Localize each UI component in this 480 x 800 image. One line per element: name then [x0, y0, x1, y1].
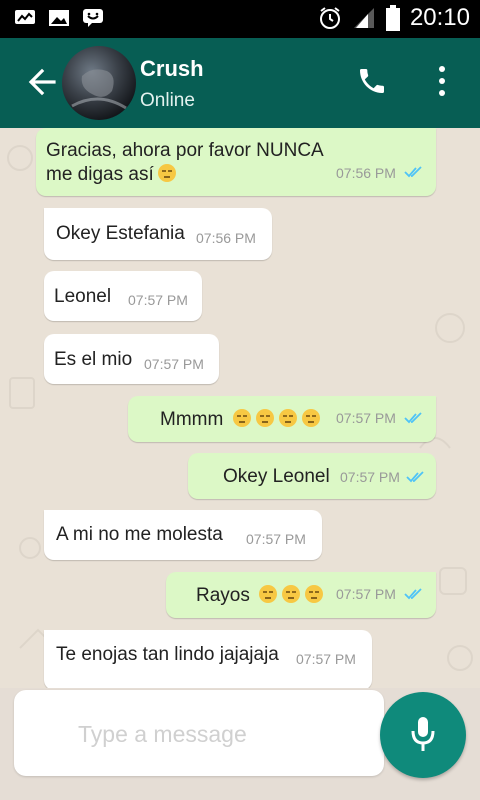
chat-messages[interactable]: Gracias, ahora por favor NUNCA me digas … — [0, 128, 480, 688]
unamused-face-emoji-icon — [232, 409, 251, 427]
read-ticks-icon — [404, 412, 422, 424]
message-bubble-outgoing[interactable]: Okey Leonel 07:57 PM — [188, 453, 436, 499]
unamused-face-emoji-icon — [301, 409, 320, 427]
message-text: Leonel — [54, 286, 112, 307]
status-bar: 20:10 — [0, 0, 480, 38]
unamused-face-emoji-icon — [157, 164, 176, 182]
unamused-face-emoji-icon — [259, 585, 278, 603]
message-bubble-incoming[interactable]: Okey Estefania 07:56 PM — [44, 208, 272, 260]
more-vert-icon[interactable] — [432, 64, 452, 98]
message-bubble-outgoing[interactable]: Mmmm 07:57 PM — [128, 396, 436, 442]
message-bubble-incoming[interactable]: Leonel 07:57 PM — [44, 271, 202, 321]
message-text: Okey Estefania — [56, 223, 185, 244]
message-text: me digas así — [46, 163, 177, 186]
unamused-face-emoji-icon — [278, 409, 297, 427]
message-time: 07:56 PM — [196, 230, 256, 246]
message-text: A mi no me molesta — [56, 524, 223, 545]
read-ticks-icon — [406, 471, 424, 483]
phone-icon[interactable] — [356, 65, 388, 97]
message-time: 07:57 PM — [296, 651, 356, 667]
message-time: 07:57 PM — [144, 356, 204, 372]
contact-name[interactable]: Crush — [140, 56, 204, 82]
clock-time: 20:10 — [409, 4, 470, 31]
message-composer — [14, 690, 384, 776]
battery-icon — [385, 5, 400, 31]
message-time: 07:57 PM — [336, 410, 396, 426]
signal-icon — [353, 8, 374, 28]
unamused-face-emoji-icon — [255, 409, 274, 427]
unamused-face-emoji-icon — [282, 585, 301, 603]
mic-icon — [411, 717, 435, 751]
message-time: 07:57 PM — [246, 531, 306, 547]
read-ticks-icon — [404, 588, 422, 600]
back-arrow-icon[interactable] — [26, 66, 58, 98]
message-bubble-incoming[interactable]: A mi no me molesta 07:57 PM — [44, 510, 322, 560]
unamused-face-emoji-icon — [305, 585, 324, 603]
read-ticks-icon — [404, 166, 422, 178]
message-notification-icon — [15, 10, 35, 24]
message-text: Okey Leonel — [223, 466, 330, 487]
message-bubble-outgoing[interactable]: Rayos 07:57 PM — [166, 572, 436, 618]
message-time: 07:57 PM — [336, 586, 396, 602]
image-notification-icon — [49, 10, 69, 26]
alarm-icon — [319, 7, 340, 29]
chat-notification-icon — [83, 9, 103, 27]
contact-avatar[interactable] — [62, 46, 136, 120]
message-text: Te enojas tan lindo jajajaja — [56, 644, 279, 665]
message-input[interactable] — [78, 714, 358, 754]
contact-status: Online — [140, 90, 195, 111]
message-bubble-incoming[interactable]: Te enojas tan lindo jajajaja 07:57 PM — [44, 630, 372, 688]
message-time: 07:57 PM — [340, 469, 400, 485]
mic-button[interactable] — [380, 692, 466, 778]
message-text: Mmmm — [160, 408, 321, 431]
message-bubble-outgoing[interactable]: Gracias, ahora por favor NUNCA me digas … — [36, 128, 436, 196]
message-text: Rayos — [196, 584, 324, 607]
message-text: Gracias, ahora por favor NUNCA — [46, 140, 324, 161]
message-text: Es el mio — [54, 349, 133, 370]
message-time: 07:56 PM — [336, 165, 396, 181]
chat-header: Crush Online — [0, 38, 480, 128]
message-time: 07:57 PM — [128, 292, 188, 308]
message-bubble-incoming[interactable]: Es el mio 07:57 PM — [44, 334, 219, 384]
